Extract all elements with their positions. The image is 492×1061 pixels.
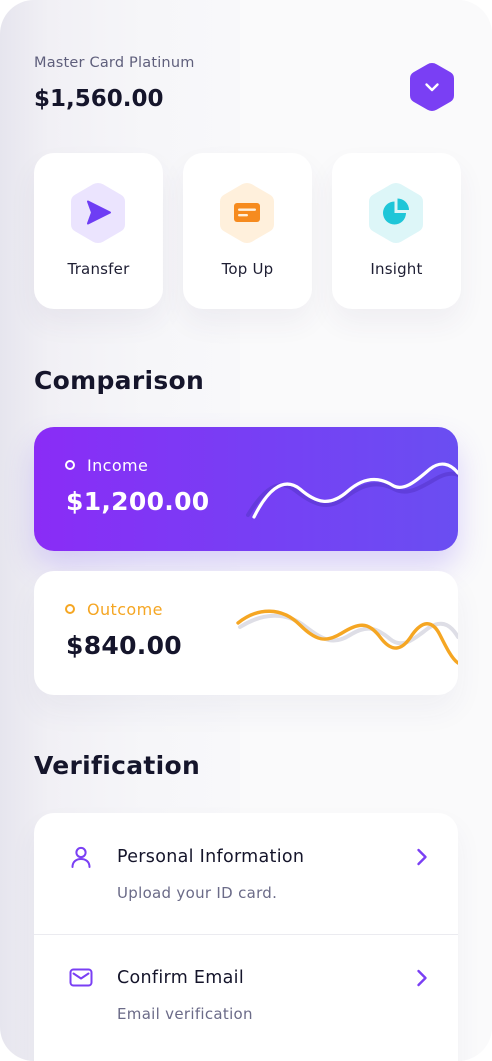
- outcome-card[interactable]: Outcome $840.00: [34, 571, 458, 695]
- insight-button[interactable]: Insight: [332, 153, 461, 309]
- confirm-email-item[interactable]: Confirm Email Email verification: [34, 934, 458, 1054]
- personal-information-title: Personal Information: [117, 847, 305, 867]
- income-card[interactable]: Income $1,200.00: [34, 427, 458, 551]
- top-up-label: Top Up: [221, 260, 274, 278]
- top-up-button[interactable]: Top Up: [183, 153, 312, 309]
- confirm-email-subtitle: Email verification: [117, 1005, 253, 1023]
- user-icon: [71, 846, 91, 868]
- personal-information-item[interactable]: Personal Information Upload your ID card…: [34, 813, 458, 933]
- comparison-title: Comparison: [34, 366, 205, 395]
- outcome-indicator-icon: [65, 604, 75, 614]
- card-balance: $1,560.00: [34, 86, 164, 112]
- verification-list: Personal Information Upload your ID card…: [34, 813, 458, 1061]
- insight-label: Insight: [370, 260, 423, 278]
- income-indicator-icon: [65, 460, 75, 470]
- outcome-value: $840.00: [66, 631, 182, 660]
- transfer-button[interactable]: Transfer: [34, 153, 163, 309]
- income-value: $1,200.00: [66, 487, 210, 516]
- verification-title: Verification: [34, 751, 201, 780]
- card-name: Master Card Platinum: [34, 55, 195, 71]
- confirm-email-title: Confirm Email: [117, 968, 244, 988]
- chevron-down-icon: [410, 63, 454, 111]
- transfer-label: Transfer: [67, 260, 130, 278]
- phone-screen: Master Card Platinum $1,560.00 Transfer …: [0, 0, 492, 1061]
- income-label: Income: [87, 456, 149, 475]
- send-icon: [71, 183, 125, 243]
- account-dropdown-button[interactable]: [408, 61, 456, 113]
- pie-chart-icon: [369, 183, 423, 243]
- chevron-right-icon: [417, 848, 427, 866]
- outcome-label: Outcome: [87, 600, 163, 619]
- mail-icon: [69, 968, 93, 987]
- chevron-right-icon: [417, 969, 427, 987]
- personal-information-subtitle: Upload your ID card.: [117, 884, 278, 902]
- card-icon: [220, 183, 274, 243]
